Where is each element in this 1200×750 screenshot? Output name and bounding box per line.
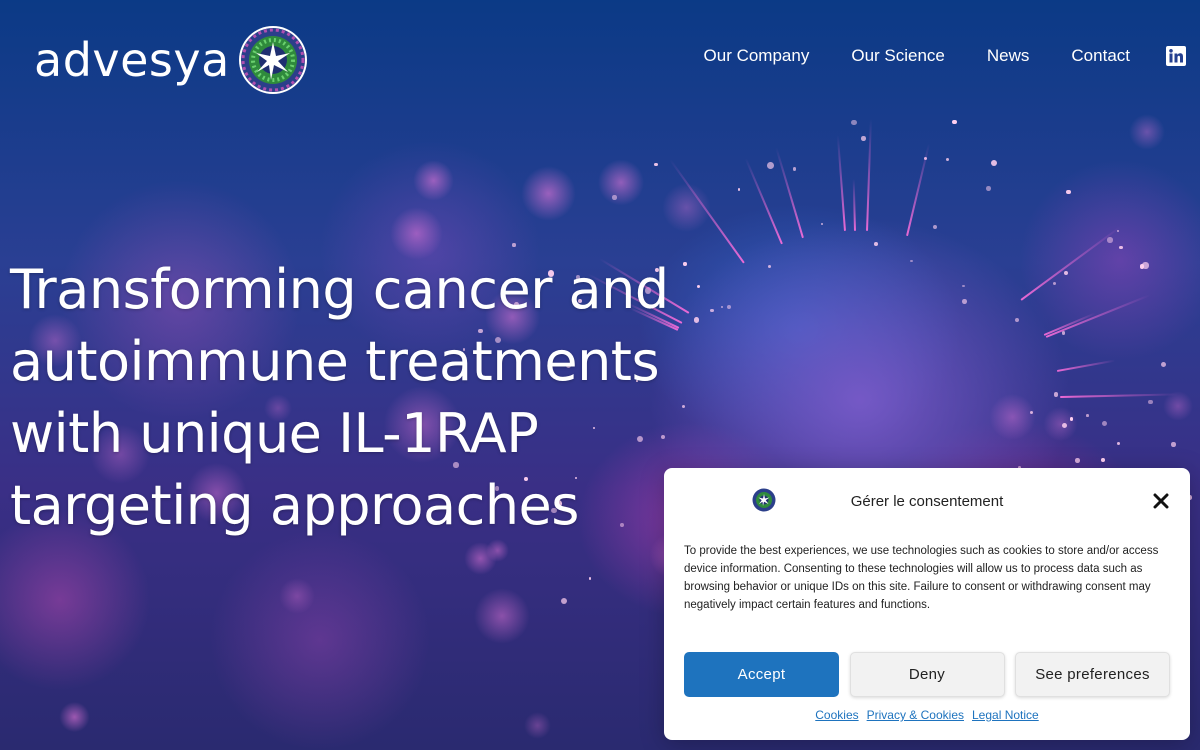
- see-preferences-button[interactable]: See preferences: [1015, 652, 1170, 697]
- particle-dot: [766, 161, 774, 169]
- particle-dot: [874, 241, 878, 246]
- particle-dot: [1086, 413, 1089, 417]
- particle-dot: [1101, 458, 1105, 462]
- particle-dot: [861, 136, 866, 141]
- privacy-cookies-link[interactable]: Privacy & Cookies: [867, 708, 964, 722]
- particle-dot: [986, 185, 991, 191]
- bokeh-dot: [520, 166, 576, 222]
- particle-dot: [1148, 400, 1153, 405]
- consent-button-row: Accept Deny See preferences: [684, 652, 1170, 697]
- consent-title: Gérer le consentement: [850, 493, 1004, 510]
- cell-fiber: [866, 118, 872, 232]
- bokeh-dot: [1163, 390, 1194, 421]
- particle-dot: [910, 259, 914, 263]
- cell-fiber: [775, 147, 805, 239]
- particle-dot: [1160, 362, 1167, 368]
- particle-dot: [1065, 189, 1071, 195]
- bokeh-dot: [279, 578, 316, 614]
- bokeh-dot: [1043, 406, 1078, 441]
- particle-dot: [1061, 331, 1066, 335]
- cell-fiber: [669, 159, 745, 264]
- particle-dot: [990, 160, 997, 167]
- consent-links: Cookies Privacy & Cookies Legal Notice: [664, 708, 1190, 722]
- cell-fiber: [1045, 294, 1150, 339]
- cell-fiber: [1020, 226, 1121, 302]
- nav-item-our-science[interactable]: Our Science: [851, 46, 945, 66]
- consent-description: To provide the best experiences, we use …: [684, 545, 1159, 611]
- particle-dot: [1069, 417, 1074, 421]
- bokeh-dot: [389, 206, 443, 260]
- deny-button[interactable]: Deny: [849, 652, 1005, 697]
- particle-dot: [1052, 281, 1056, 285]
- bokeh-dot: [59, 701, 90, 733]
- cell-fiber: [744, 158, 783, 245]
- particle-dot: [737, 188, 740, 191]
- particle-dot: [1101, 421, 1107, 427]
- particle-dot: [945, 157, 950, 162]
- particle-dot: [952, 119, 957, 125]
- particle-dot: [1063, 270, 1069, 276]
- linkedin-icon[interactable]: [1166, 46, 1186, 66]
- bokeh-dot: [661, 182, 712, 233]
- cell-fiber: [1043, 311, 1097, 336]
- bokeh-dot: [486, 538, 510, 562]
- bokeh-dot: [597, 159, 645, 207]
- bokeh-dot: [524, 712, 552, 740]
- particle-dot: [512, 243, 516, 247]
- site-logo[interactable]: advesya: [34, 24, 308, 96]
- particle-dot: [923, 156, 927, 160]
- particle-dot: [612, 195, 617, 200]
- particle-dot: [933, 225, 938, 230]
- particle-dot: [1142, 262, 1149, 269]
- nav-item-our-company[interactable]: Our Company: [704, 46, 810, 66]
- particle-dot: [792, 167, 796, 171]
- main-nav: Our Company Our Science News Contact: [662, 46, 1186, 66]
- cell-fiber: [836, 135, 847, 232]
- site-header: advesya Our Company Our Science News Con…: [0, 0, 1200, 120]
- close-icon[interactable]: [1152, 492, 1170, 510]
- bokeh-dot: [989, 393, 1036, 441]
- particle-dot: [821, 223, 824, 226]
- logo-wordmark: advesya: [34, 33, 230, 87]
- particle-dot: [1030, 411, 1034, 415]
- particle-dot: [1171, 442, 1176, 447]
- particle-dot: [1107, 237, 1113, 243]
- particle-dot: [654, 163, 658, 167]
- particle-dot: [1139, 264, 1145, 269]
- accept-button[interactable]: Accept: [684, 652, 839, 697]
- bokeh-dot: [474, 588, 531, 645]
- legal-notice-link[interactable]: Legal Notice: [972, 708, 1039, 722]
- particle-dot: [1061, 422, 1068, 429]
- particle-dot: [1015, 318, 1020, 323]
- cookie-consent-dialog: Gérer le consentement To provide the bes…: [664, 468, 1190, 740]
- particle-dot: [1053, 392, 1059, 397]
- nav-item-contact[interactable]: Contact: [1071, 46, 1130, 66]
- nav-item-news[interactable]: News: [987, 46, 1030, 66]
- cell-fiber: [1056, 359, 1116, 372]
- logo-cell-icon: [238, 26, 307, 94]
- particle-dot: [851, 120, 857, 126]
- cell-fiber: [905, 142, 930, 236]
- cell-fiber: [852, 179, 856, 232]
- particle-dot: [588, 577, 592, 581]
- particle-dot: [1119, 245, 1123, 250]
- page: advesya Our Company Our Science News Con…: [0, 0, 1200, 750]
- bokeh-dot: [464, 542, 498, 576]
- bokeh-dot: [413, 160, 455, 202]
- particle-dot: [1117, 441, 1120, 445]
- hero-title: Transforming cancer and autoimmune treat…: [10, 258, 669, 537]
- cell-fiber: [1059, 393, 1178, 399]
- particle-dot: [962, 284, 965, 288]
- particle-dot: [1117, 229, 1120, 233]
- cookies-link[interactable]: Cookies: [815, 708, 858, 722]
- particle-dot: [767, 264, 771, 268]
- particle-dot: [962, 299, 967, 304]
- particle-dot: [1075, 458, 1080, 463]
- particle-dot: [561, 598, 568, 605]
